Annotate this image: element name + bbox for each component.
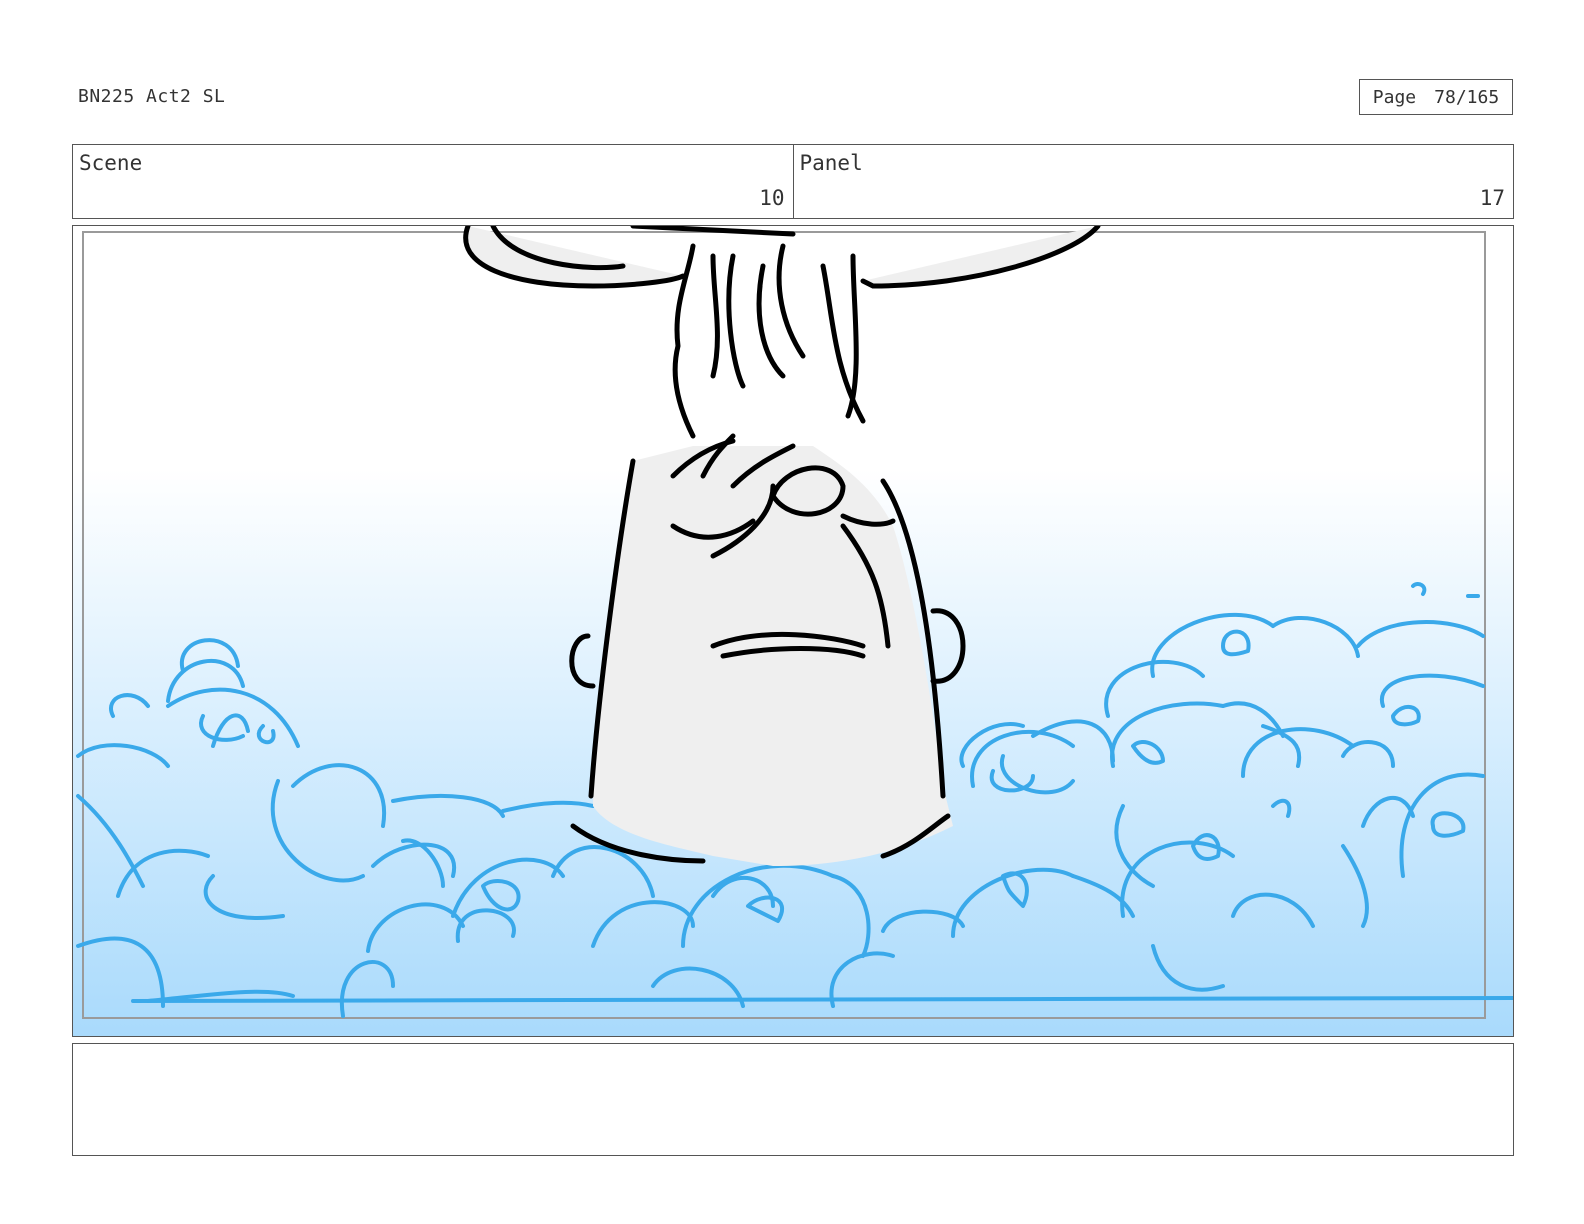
scene-label: Scene xyxy=(79,151,143,175)
page-label: Page xyxy=(1372,86,1417,108)
scene-panel-header: Scene 10 Panel 17 xyxy=(72,144,1514,219)
panel-label: Panel xyxy=(799,151,863,175)
document-title: BN225 Act2 SL xyxy=(78,86,226,107)
scene-number: 10 xyxy=(759,186,785,210)
notes-box xyxy=(72,1043,1514,1156)
storyboard-panel xyxy=(72,225,1514,1037)
page-indicator: Page 78/165 xyxy=(1359,79,1513,115)
page-number: 78/165 xyxy=(1434,86,1500,108)
scene-cell: Scene 10 xyxy=(73,145,793,218)
panel-number: 17 xyxy=(1479,186,1505,210)
panel-cell: Panel 17 xyxy=(792,145,1514,218)
storyboard-sketch-icon xyxy=(73,226,1513,1036)
